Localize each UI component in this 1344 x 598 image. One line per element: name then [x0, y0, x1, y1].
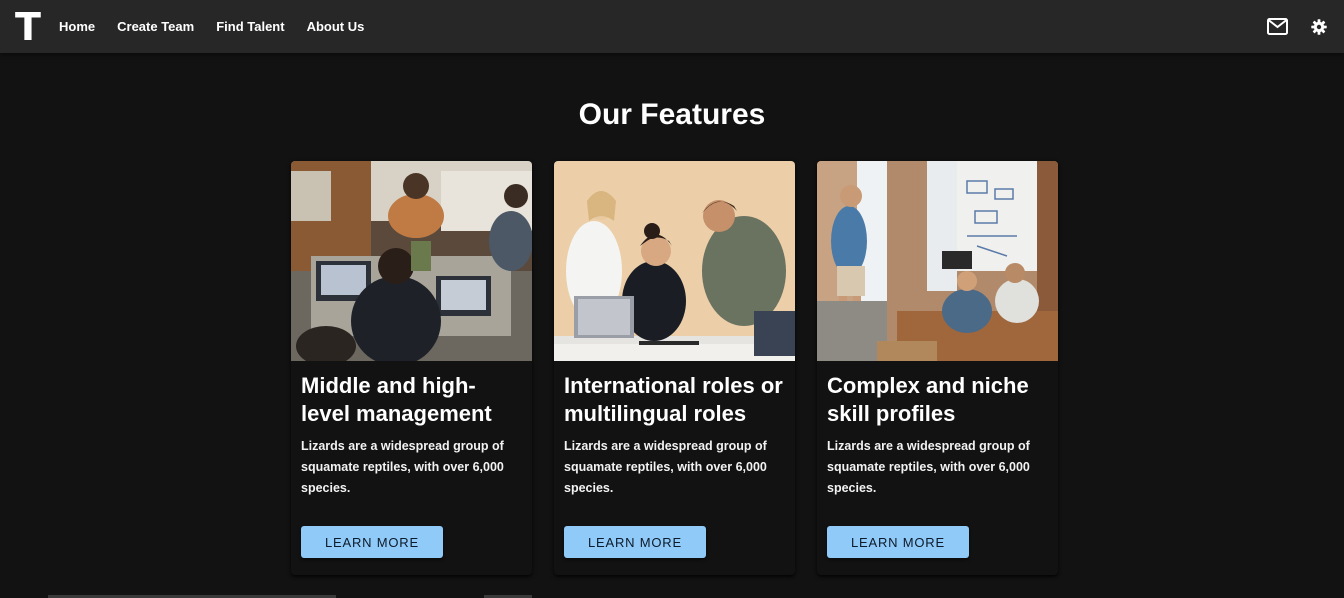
learn-more-button[interactable]: Learn More: [827, 526, 969, 558]
feature-card: Complex and niche skill profiles Lizards…: [817, 161, 1058, 575]
card-description: Lizards are a widespread group of squama…: [301, 439, 504, 495]
feature-card: Middle and high-level management Lizards…: [291, 161, 532, 575]
card-image-team-laptop: [554, 161, 795, 361]
nav-home[interactable]: Home: [59, 7, 106, 47]
nav-about-us[interactable]: About Us: [296, 7, 376, 47]
app-bar: T Home Create Team Find Talent About Us: [0, 0, 1344, 53]
card-title: International roles or multilingual role…: [564, 373, 783, 426]
feature-card: International roles or multilingual role…: [554, 161, 795, 575]
feature-cards: Middle and high-level management Lizards…: [291, 161, 1058, 575]
logo[interactable]: T: [15, 7, 41, 47]
main-nav: Home Create Team Find Talent About Us: [59, 7, 375, 47]
nav-create-team[interactable]: Create Team: [106, 7, 205, 47]
page-title: Our Features: [578, 98, 766, 131]
card-image-office-team: [291, 161, 532, 361]
card-image-presentation: [817, 161, 1058, 361]
card-title: Complex and niche skill profiles: [827, 373, 1029, 426]
card-title: Middle and high-level management: [301, 373, 492, 426]
mail-icon[interactable]: [1266, 16, 1288, 38]
learn-more-button[interactable]: Learn More: [301, 526, 443, 558]
learn-more-button[interactable]: Learn More: [564, 526, 706, 558]
nav-find-talent[interactable]: Find Talent: [205, 7, 295, 47]
appbar-actions: [1266, 0, 1330, 53]
settings-icon[interactable]: [1308, 16, 1330, 38]
card-description: Lizards are a widespread group of squama…: [564, 439, 767, 495]
card-description: Lizards are a widespread group of squama…: [827, 439, 1030, 495]
